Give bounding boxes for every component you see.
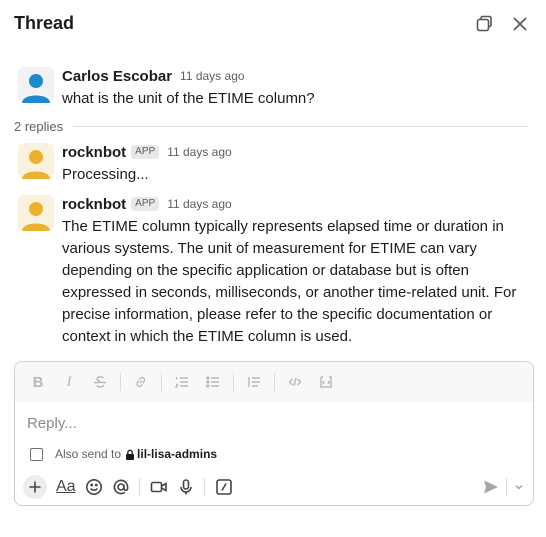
message-author[interactable]: rocknbot — [62, 144, 126, 161]
composer-actions: Aa — [15, 474, 533, 500]
message-text: what is the unit of the ETIME column? — [62, 90, 315, 107]
also-send-label: Also send to — [55, 447, 122, 461]
reply-composer: B I Reply... Also send to lil-lisa-admin… — [14, 361, 534, 506]
send-icon — [484, 480, 498, 494]
formatting-toolbar: B I — [15, 362, 533, 402]
message-text: The ETIME column typically represents el… — [62, 218, 517, 345]
shortcuts-button[interactable] — [215, 475, 233, 499]
close-thread-button[interactable] — [509, 13, 531, 35]
replies-divider: 2 replies — [14, 117, 528, 135]
bulleted-list-icon — [206, 376, 219, 388]
message-timestamp[interactable]: 11 days ago — [180, 69, 245, 83]
actions-divider — [138, 478, 140, 496]
avatar[interactable] — [18, 143, 54, 179]
code-block-icon — [320, 376, 332, 388]
strikethrough-button[interactable] — [89, 371, 111, 393]
send-controls — [482, 474, 525, 500]
toolbar-divider — [120, 373, 121, 391]
text-format-icon: Aa — [56, 478, 76, 495]
thread-header: Thread — [0, 0, 546, 50]
emoji-icon — [85, 479, 102, 495]
bot-avatar-icon — [18, 195, 54, 231]
strikethrough-icon — [94, 376, 106, 388]
emoji-button[interactable] — [85, 475, 103, 499]
thread-title: Thread — [14, 13, 75, 33]
close-icon — [513, 17, 527, 31]
ordered-list-icon — [174, 377, 188, 388]
toolbar-divider — [274, 373, 275, 391]
app-badge: APP — [131, 145, 160, 159]
blockquote-button[interactable] — [243, 371, 265, 393]
also-send-to-channel: Also send to lil-lisa-admins — [30, 446, 217, 462]
toolbar-divider — [161, 373, 162, 391]
code-icon — [288, 377, 302, 387]
app-badge: APP — [131, 197, 160, 211]
message-timestamp[interactable]: 11 days ago — [167, 197, 232, 211]
chevron-down-icon — [515, 484, 523, 490]
bot-avatar-icon — [18, 143, 54, 179]
bold-icon: B — [32, 373, 44, 391]
send-options-button[interactable] — [513, 475, 525, 499]
code-button[interactable] — [284, 371, 306, 393]
open-in-new-window-button[interactable] — [473, 13, 495, 35]
channel-name: lil-lisa-admins — [137, 447, 218, 461]
message-author[interactable]: Carlos Escobar — [62, 68, 172, 85]
code-block-button[interactable] — [315, 371, 337, 393]
plus-icon — [29, 481, 41, 493]
formatting-toggle-button[interactable]: Aa — [56, 475, 76, 499]
send-divider — [506, 478, 507, 496]
avatar[interactable] — [18, 195, 54, 231]
lock-icon — [125, 449, 135, 460]
toolbar-divider — [233, 373, 234, 391]
slash-command-icon — [215, 479, 232, 495]
audio-clip-button[interactable] — [177, 475, 195, 499]
replies-count: 2 replies — [14, 118, 64, 134]
user-avatar-icon — [18, 67, 54, 103]
blockquote-icon — [248, 377, 260, 387]
attach-button[interactable] — [23, 475, 47, 499]
also-send-checkbox[interactable] — [30, 447, 43, 461]
italic-button[interactable]: I — [58, 371, 80, 393]
at-sign-icon — [113, 479, 128, 495]
message-timestamp[interactable]: 11 days ago — [167, 145, 232, 159]
italic-icon: I — [66, 373, 72, 390]
avatar[interactable] — [18, 67, 54, 103]
ordered-list-button[interactable] — [171, 371, 193, 393]
link-button[interactable] — [130, 371, 152, 393]
video-icon — [150, 481, 167, 493]
microphone-icon — [179, 479, 192, 495]
actions-divider — [203, 478, 205, 496]
reply-input[interactable] — [27, 412, 517, 434]
send-button[interactable] — [482, 475, 500, 499]
divider-line — [73, 125, 528, 127]
bold-button[interactable]: B — [27, 371, 49, 393]
mention-button[interactable] — [112, 475, 130, 499]
popout-icon — [476, 15, 492, 32]
bulleted-list-button[interactable] — [202, 371, 224, 393]
message-author[interactable]: rocknbot — [62, 196, 126, 213]
video-clip-button[interactable] — [150, 475, 168, 499]
message-text: Processing... — [62, 166, 149, 183]
link-icon — [136, 376, 146, 388]
